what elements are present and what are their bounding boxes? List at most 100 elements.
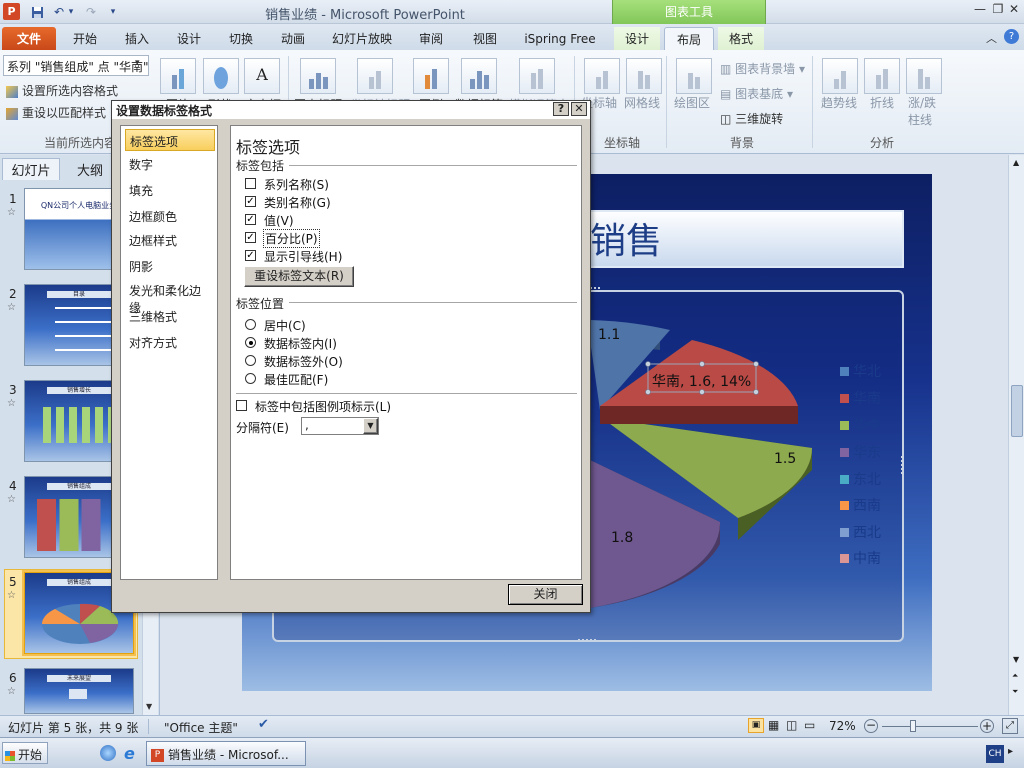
option-percentage[interactable]: 百分比(P) xyxy=(263,229,320,248)
checkbox-percentage[interactable]: ✓ xyxy=(245,232,256,243)
slideshow-view-icon[interactable]: ▭ xyxy=(804,718,815,732)
legend-icon[interactable] xyxy=(413,58,449,94)
tab-ispring[interactable]: iSpring Free xyxy=(518,27,602,50)
zoom-in-icon[interactable]: + xyxy=(980,719,994,733)
ribbon-minimize-icon[interactable]: ︿ xyxy=(986,30,997,46)
tab-chart-design[interactable]: 设计 xyxy=(614,27,660,50)
tab-view[interactable]: 视图 xyxy=(464,27,506,50)
option-inside-end[interactable]: 数据标签内(I) xyxy=(264,335,337,352)
separator-dropdown-arrow[interactable]: ▼ xyxy=(363,418,378,434)
dialog-help-button[interactable]: ? xyxy=(553,102,569,116)
option-include-legend-key[interactable]: 标签中包括图例项标示(L) xyxy=(255,398,391,415)
tray-expand-icon[interactable]: ▸ xyxy=(1008,746,1013,757)
radio-center[interactable] xyxy=(245,319,256,330)
category-fill[interactable]: 填充 xyxy=(125,179,215,201)
chart-floor-button[interactable]: ▤ 图表基底 ▾ xyxy=(720,85,793,102)
next-slide-icon[interactable]: ⏷ xyxy=(1012,687,1018,697)
option-best-fit[interactable]: 最佳匹配(F) xyxy=(264,371,328,388)
option-center[interactable]: 居中(C) xyxy=(264,317,306,334)
reset-label-text-button[interactable]: 重设标签文本(R) xyxy=(244,266,354,287)
radio-outside-end[interactable] xyxy=(245,355,256,366)
tab-layout[interactable]: 布局 xyxy=(664,27,714,50)
checkbox-value[interactable]: ✓ xyxy=(245,214,256,225)
reading-view-icon[interactable]: ◫ xyxy=(786,718,797,732)
radio-inside-end[interactable] xyxy=(245,337,256,348)
lines-icon[interactable] xyxy=(864,58,900,94)
category-shadow[interactable]: 阴影 xyxy=(125,255,215,277)
ime-indicator[interactable]: CH xyxy=(986,745,1004,763)
scroll-down-arrow[interactable]: ▼ xyxy=(146,702,152,711)
category-3d-format[interactable]: 三维格式 xyxy=(125,305,215,327)
checkbox-include-legend-key[interactable] xyxy=(236,400,247,411)
data-table-icon[interactable] xyxy=(519,58,555,94)
tab-review[interactable]: 审阅 xyxy=(410,27,452,50)
category-alignment[interactable]: 对齐方式 xyxy=(125,331,215,353)
tab-file[interactable]: 文件 xyxy=(2,27,56,50)
option-value[interactable]: 值(V) xyxy=(264,212,294,229)
close-window-button[interactable]: ✕ xyxy=(1004,2,1024,20)
option-outside-end[interactable]: 数据标签外(O) xyxy=(264,353,343,370)
axes-icon[interactable] xyxy=(584,58,620,94)
pie-chart[interactable] xyxy=(560,300,840,620)
previous-slide-icon[interactable]: ⏶ xyxy=(1012,671,1018,681)
start-button[interactable]: 开始 xyxy=(2,742,48,764)
dialog-close-x-button[interactable]: ✕ xyxy=(571,102,587,116)
category-border-color[interactable]: 边框颜色 xyxy=(125,205,215,227)
chart-resize-handle-bottom[interactable] xyxy=(578,637,596,641)
tab-outline[interactable]: 大纲 xyxy=(64,158,116,180)
chart-wall-button[interactable]: ▥ 图表背景墙 ▾ xyxy=(720,60,805,77)
shapes-icon[interactable] xyxy=(203,58,239,94)
slide-sorter-view-icon[interactable]: ▦ xyxy=(768,718,779,732)
tab-transitions[interactable]: 切换 xyxy=(220,27,262,50)
tab-design[interactable]: 设计 xyxy=(168,27,210,50)
plot-area-icon[interactable] xyxy=(676,58,712,94)
checkbox-leader-lines[interactable]: ✓ xyxy=(245,250,256,261)
tab-animations[interactable]: 动画 xyxy=(272,27,314,50)
slide-thumbnail[interactable]: 未来展望 xyxy=(24,668,134,714)
tab-slideshow[interactable]: 幻灯片放映 xyxy=(326,27,398,50)
zoom-slider[interactable] xyxy=(882,726,978,727)
zoom-out-icon[interactable]: − xyxy=(864,719,878,733)
minimize-button[interactable]: — xyxy=(970,2,990,20)
picture-icon[interactable] xyxy=(160,58,196,94)
data-label-huanan-selected[interactable]: 华南, 1.6, 14% xyxy=(652,371,751,391)
scroll-thumb[interactable] xyxy=(1011,385,1023,437)
data-label-huazhong[interactable]: 1.5 xyxy=(774,451,796,467)
axis-titles-icon[interactable] xyxy=(357,58,393,94)
tab-slides[interactable]: 幻灯片 xyxy=(2,158,60,180)
normal-view-icon[interactable]: ▣ xyxy=(748,718,764,733)
category-border-style[interactable]: 边框样式 xyxy=(125,229,215,251)
data-label-huadong[interactable]: 1.8 xyxy=(611,530,633,546)
category-number[interactable]: 数字 xyxy=(125,153,215,175)
updown-bars-icon[interactable] xyxy=(906,58,942,94)
tab-format[interactable]: 格式 xyxy=(718,27,764,50)
ie-icon[interactable]: e xyxy=(124,744,135,763)
chart-element-selector[interactable]: 系列 "销售组成" 点 "华南" xyxy=(3,55,149,76)
gridlines-icon[interactable] xyxy=(626,58,662,94)
quicklaunch-icon[interactable] xyxy=(100,745,116,761)
help-icon[interactable]: ? xyxy=(1004,29,1019,44)
chart-element-selector-arrow[interactable]: ▾ xyxy=(135,58,140,68)
scroll-down-arrow[interactable]: ▼ xyxy=(1013,655,1019,664)
format-selection-button[interactable]: 设置所选内容格式 xyxy=(6,82,142,99)
option-series-name[interactable]: 系列名称(S) xyxy=(264,176,329,193)
zoom-slider-thumb[interactable] xyxy=(910,720,916,732)
editor-vertical-scrollbar[interactable]: ▲ ▼ ⏶ ⏷ xyxy=(1008,155,1024,715)
option-category-name[interactable]: 类别名称(G) xyxy=(264,194,331,211)
textbox-icon[interactable]: A xyxy=(244,58,280,94)
zoom-level[interactable]: 72% xyxy=(829,719,856,733)
taskbar-item-powerpoint[interactable]: P 销售业绩 - Microsof... xyxy=(146,741,306,766)
checkbox-category-name[interactable]: ✓ xyxy=(245,196,256,207)
scroll-up-arrow[interactable]: ▲ xyxy=(1013,158,1019,167)
chart-title-icon[interactable] xyxy=(300,58,336,94)
category-label-options[interactable]: 标签选项 xyxy=(125,129,215,151)
data-label-huabei[interactable]: 1.1 xyxy=(598,327,620,343)
spellcheck-icon[interactable]: ✔ xyxy=(258,717,269,732)
chart-resize-handle-right[interactable] xyxy=(899,456,903,474)
radio-best-fit[interactable] xyxy=(245,373,256,384)
trendline-icon[interactable] xyxy=(822,58,858,94)
tab-insert[interactable]: 插入 xyxy=(116,27,158,50)
fit-to-window-icon[interactable]: ⤢ xyxy=(1002,718,1018,734)
data-labels-icon[interactable] xyxy=(461,58,497,94)
category-glow[interactable]: 发光和柔化边缘 xyxy=(125,279,215,315)
